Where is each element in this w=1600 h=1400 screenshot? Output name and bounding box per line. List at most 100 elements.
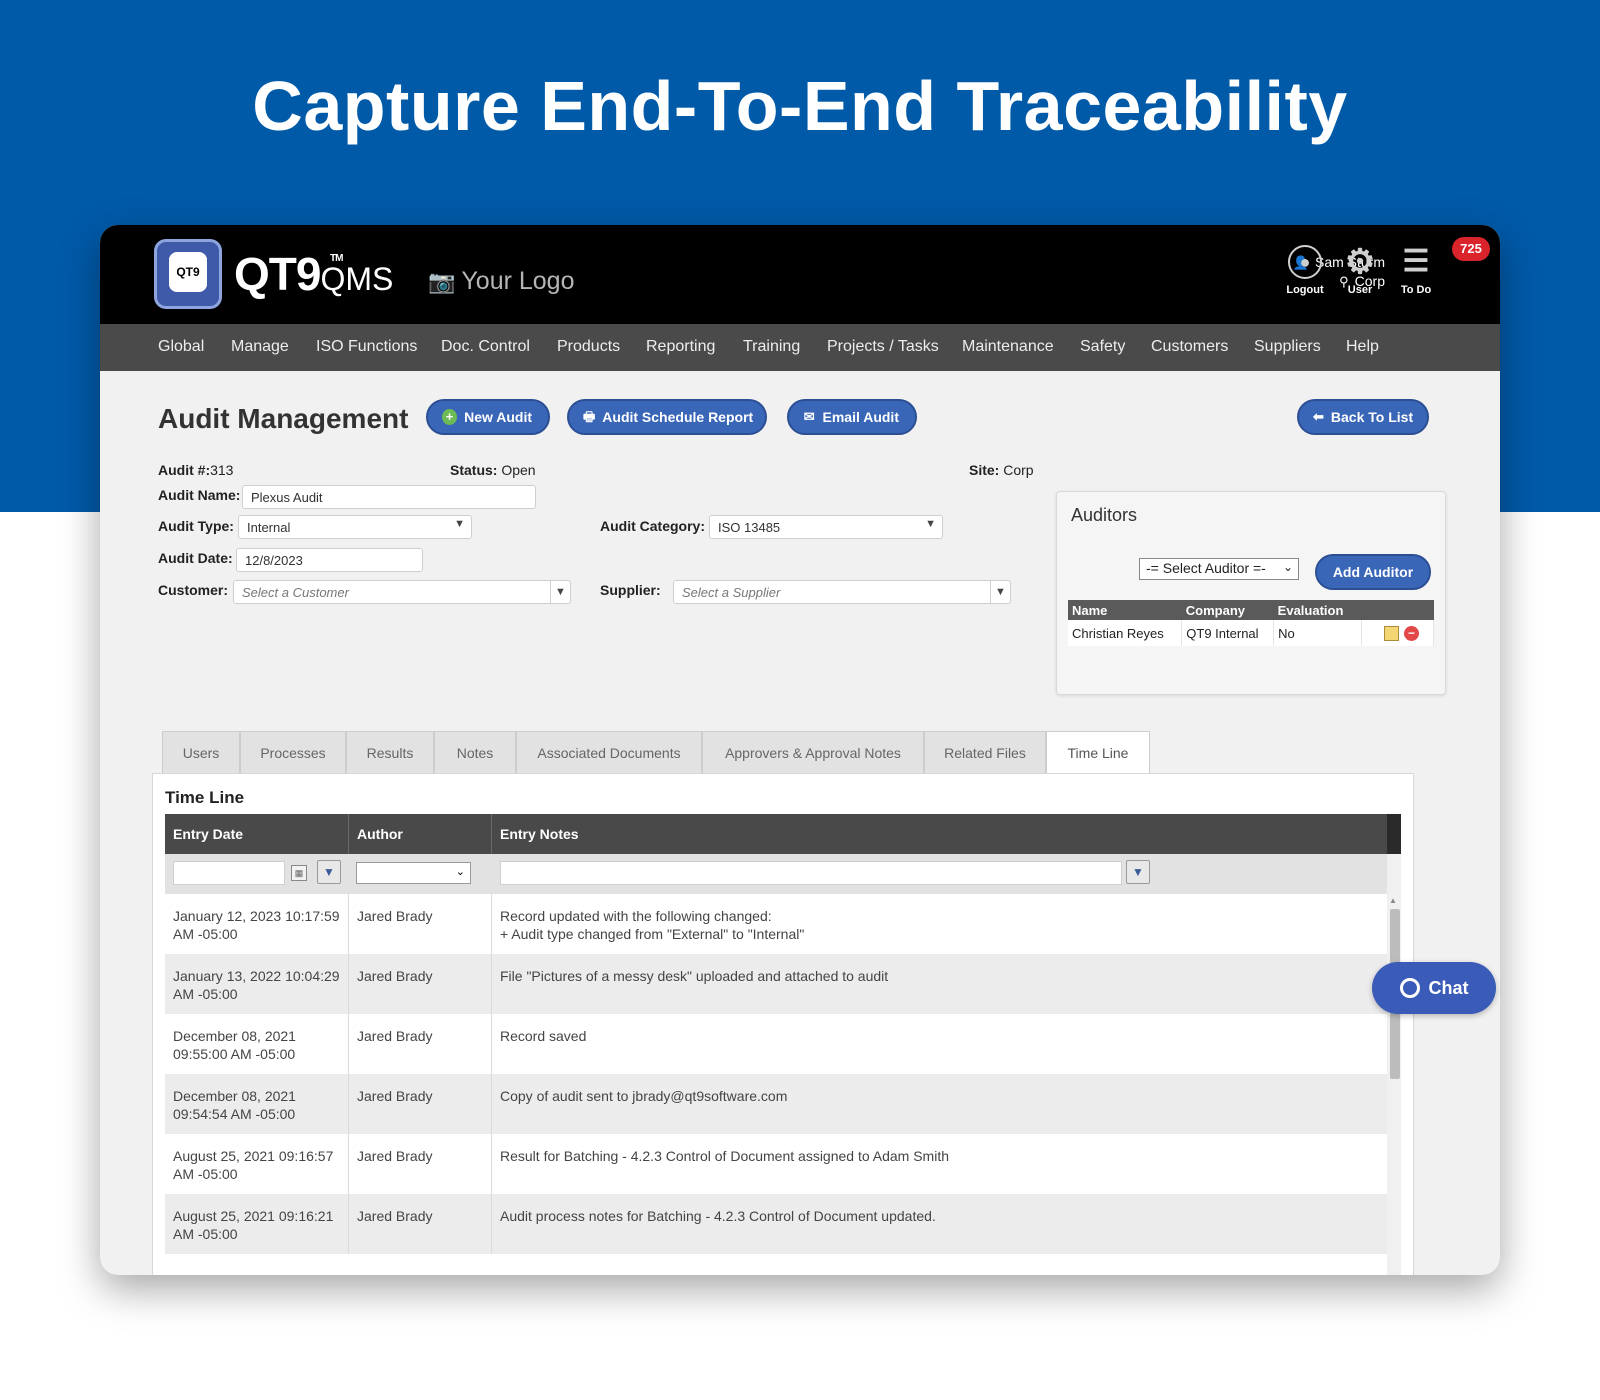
hero-title: Capture End-To-End Traceability: [252, 67, 1348, 145]
entry-date-cell: August 25, 2021 09:16:21 AM -05:00: [165, 1194, 349, 1254]
calendar-icon[interactable]: ▦: [291, 865, 307, 881]
nav-manage[interactable]: Manage: [231, 338, 289, 356]
nav-projects-tasks[interactable]: Projects / Tasks: [827, 338, 939, 356]
supplier-label: Supplier:: [600, 582, 661, 598]
qt9-logo-icon[interactable]: QT9: [154, 239, 222, 309]
todo-button[interactable]: ☰ To Do: [1386, 245, 1446, 296]
tab-time-line[interactable]: Time Line: [1046, 731, 1150, 775]
entry-date-cell: January 13, 2022 10:04:29 AM -05:00: [165, 954, 349, 1014]
scroll-up-icon[interactable]: ▲: [1389, 896, 1397, 905]
audit-name-label: Audit Name:: [158, 487, 241, 503]
time-line-title: Time Line: [165, 788, 245, 807]
nav-help[interactable]: Help: [1346, 338, 1379, 356]
audit-date-input[interactable]: 12/8/2023: [236, 548, 423, 572]
nav-reporting[interactable]: Reporting: [646, 338, 715, 356]
new-audit-button[interactable]: + New Audit: [426, 399, 550, 435]
author-cell: Jared Brady: [349, 894, 492, 954]
gear-icon: ⚙: [1344, 243, 1376, 281]
entry-notes-cell: Record updated with the following change…: [500, 908, 805, 942]
email-audit-button[interactable]: ✉ Email Audit: [787, 399, 917, 435]
time-line-grid: Entry Date Author Entry Notes ▦ ▼ ⌄ ▼ ▲ …: [165, 814, 1401, 1275]
audit-category-value: ISO 13485: [718, 520, 781, 535]
chat-button[interactable]: Chat: [1372, 962, 1496, 1014]
top-bar: QT9 QT9QMS TM 📷 Your Logo 👤 Sam Sturm ⚲ Cor…: [100, 225, 1500, 324]
table-row: Christian Reyes QT9 Internal No −: [1068, 620, 1434, 646]
tab-associated-documents[interactable]: Associated Documents: [516, 731, 702, 773]
user-settings-button[interactable]: ⚙ User: [1330, 245, 1390, 296]
nav-training[interactable]: Training: [743, 338, 800, 356]
plus-icon: +: [442, 409, 458, 425]
grid-header: Entry Date Author Entry Notes: [165, 814, 1401, 854]
tab-processes[interactable]: Processes: [240, 731, 346, 773]
nav-doc-control[interactable]: Doc. Control: [441, 338, 530, 356]
date-filter-icon[interactable]: ▼: [317, 860, 341, 884]
customer-label: Customer:: [158, 582, 229, 598]
auditors-header-actions: [1361, 600, 1434, 620]
your-logo-upload[interactable]: 📷 Your Logo: [428, 267, 574, 296]
logout-button[interactable]: ● Logout: [1275, 245, 1335, 296]
main-nav: Global Manage ISO Functions Doc. Control…: [100, 324, 1500, 371]
nav-global[interactable]: Global: [158, 338, 204, 356]
notes-filter-icon[interactable]: ▼: [1126, 860, 1150, 884]
back-to-list-button[interactable]: ⬅ Back To List: [1297, 399, 1429, 435]
entry-notes-cell: File "Pictures of a messy desk" uploaded…: [500, 968, 889, 984]
chevron-down-icon[interactable]: ▼: [990, 581, 1010, 603]
table-row: January 13, 2022 10:04:29 AM -05:00 Jared…: [165, 954, 1387, 1014]
audit-status: Status: Open: [450, 462, 536, 478]
table-row: December 08, 2021 09:55:00 AM -05:00 Jare…: [165, 1014, 1387, 1074]
todo-label: To Do: [1400, 284, 1432, 296]
logout-icon: ●: [1288, 245, 1322, 279]
audit-category-select[interactable]: ISO 13485 ▼: [709, 515, 943, 539]
brand-suffix: QMS: [320, 261, 394, 297]
tab-notes[interactable]: Notes: [434, 731, 516, 773]
todo-count-badge: 725: [1452, 237, 1490, 261]
status-value: Open: [501, 462, 536, 478]
entry-notes-cell: Copy of audit sent to jbrady@qt9software…: [500, 1088, 788, 1104]
chevron-down-icon[interactable]: ▼: [550, 581, 570, 603]
entry-notes-cell: Result for Batching - 4.2.3 Control of D…: [500, 1148, 950, 1164]
nav-products[interactable]: Products: [557, 338, 620, 356]
auditors-header-evaluation: Evaluation: [1273, 600, 1362, 620]
tab-users[interactable]: Users: [162, 731, 240, 773]
app-window: QT9 QT9QMS TM 📷 Your Logo 👤 Sam Sturm ⚲ Cor…: [100, 225, 1500, 1275]
arrow-left-icon: ⬅: [1313, 409, 1324, 424]
logout-label: Logout: [1286, 284, 1324, 296]
supplier-combobox[interactable]: Select a Supplier ▼: [673, 580, 1011, 604]
audit-schedule-report-button[interactable]: 🖶 Audit Schedule Report: [567, 399, 767, 435]
customer-placeholder: Select a Customer: [242, 585, 349, 600]
audit-date-label: Audit Date:: [158, 550, 233, 566]
table-row: December 08, 2021 09:54:54 AM -05:00 Jare…: [165, 1074, 1387, 1134]
customer-combobox[interactable]: Select a Customer ▼: [233, 580, 571, 604]
nav-customers[interactable]: Customers: [1151, 338, 1228, 356]
header-entry-notes[interactable]: Entry Notes: [492, 814, 1387, 854]
back-label: Back To List: [1330, 409, 1414, 425]
site-label: Site:: [969, 462, 1000, 478]
nav-safety[interactable]: Safety: [1080, 338, 1125, 356]
date-filter-input[interactable]: [173, 861, 285, 885]
auditors-title: Auditors: [1071, 505, 1138, 525]
audit-name-input[interactable]: Plexus Audit: [242, 485, 536, 509]
select-auditor-dropdown[interactable]: -= Select Auditor =- ⌄: [1139, 558, 1299, 580]
author-cell: Jared Brady: [349, 1074, 492, 1134]
tab-related-files[interactable]: Related Files: [924, 731, 1046, 773]
entry-notes-cell: Audit process notes for Batching - 4.2.3…: [500, 1208, 936, 1224]
tab-results[interactable]: Results: [346, 731, 434, 773]
envelope-icon: ✉: [803, 409, 815, 424]
header-author[interactable]: Author: [349, 814, 492, 854]
email-audit-label: Email Audit: [822, 409, 900, 425]
add-auditor-button[interactable]: Add Auditor: [1315, 554, 1431, 590]
edit-icon[interactable]: [1384, 626, 1399, 642]
notes-filter-input[interactable]: [500, 861, 1122, 885]
printer-icon: 🖶: [583, 409, 596, 424]
nav-iso-functions[interactable]: ISO Functions: [316, 338, 417, 356]
chevron-down-icon: ⌄: [455, 866, 465, 878]
audit-type-select[interactable]: Internal ▼: [238, 515, 472, 539]
delete-icon[interactable]: −: [1404, 626, 1419, 642]
nav-suppliers[interactable]: Suppliers: [1254, 338, 1321, 356]
entry-date-cell: August 25, 2021 09:16:57 AM -05:00: [165, 1134, 349, 1194]
tab-approvers[interactable]: Approvers & Approval Notes: [702, 731, 924, 773]
nav-maintenance[interactable]: Maintenance: [962, 338, 1054, 356]
author-filter-select[interactable]: ⌄: [356, 862, 471, 884]
header-entry-date[interactable]: Entry Date: [165, 814, 349, 854]
schedule-report-label: Audit Schedule Report: [602, 409, 754, 425]
